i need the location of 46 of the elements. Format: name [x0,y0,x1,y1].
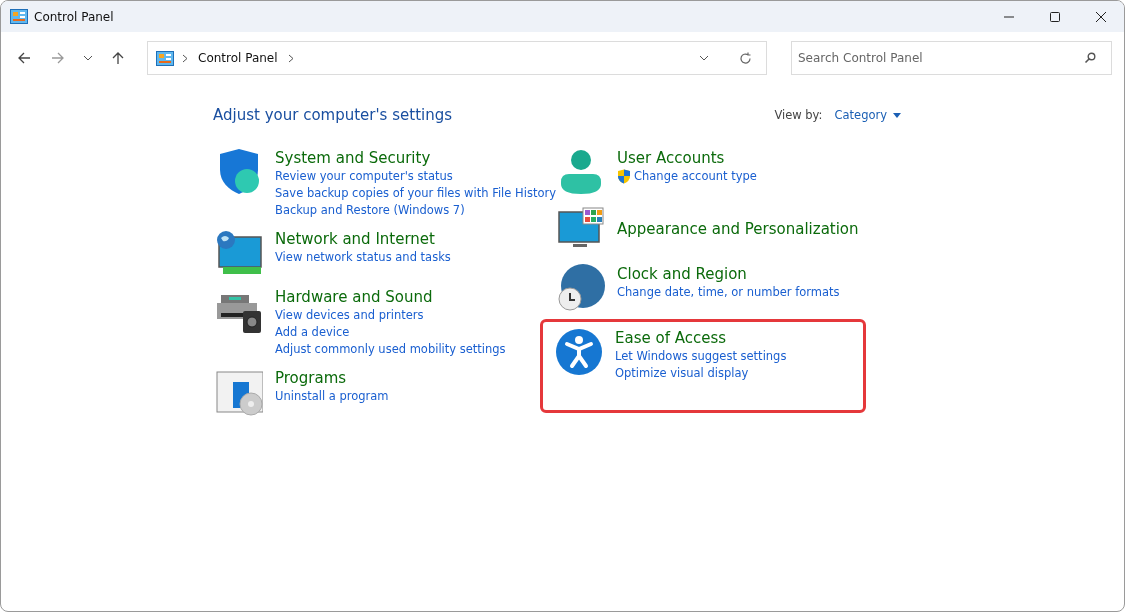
task-link[interactable]: Save backup copies of your files with File History [275,185,556,202]
task-link[interactable]: Add a device [275,324,350,341]
breadcrumb-item[interactable]: Control Panel [196,51,280,65]
task-link[interactable]: Change account type [634,168,757,185]
task-link[interactable]: Review your computer's status [275,168,453,185]
view-by-dropdown[interactable]: Category [834,108,901,122]
caret-icon [893,112,901,118]
window-title: Control Panel [34,9,114,24]
program-window-icon [215,368,263,416]
chevron-icon [287,53,294,63]
category-link[interactable]: Hardware and Sound [275,287,506,307]
up-arrow-icon [111,51,125,65]
chevron-down-icon [83,55,93,61]
address-bar[interactable]: Control Panel [147,41,767,75]
search-field[interactable]: Search Control Panel [791,41,1112,75]
page-heading: Adjust your computer's settings [213,106,453,124]
task-link[interactable]: View network status and tasks [275,249,451,266]
category-link[interactable]: Programs [275,368,389,388]
task-link[interactable]: Backup and Restore (Windows 7) [275,202,465,219]
category-link[interactable]: System and Security [275,148,556,168]
chevron-icon [182,53,188,63]
control-panel-icon [10,9,28,24]
globe-clock-icon [557,264,605,312]
dropdown-icon[interactable] [699,55,709,61]
task-link[interactable]: View devices and printers [275,307,424,324]
task-link[interactable]: Optimize visual display [615,365,749,382]
task-link[interactable]: Let Windows suggest settings [615,348,787,365]
accessibility-icon [555,328,603,376]
maximize-icon [1049,10,1061,23]
search-icon [1084,52,1096,64]
refresh-icon[interactable] [739,51,752,65]
view-by-label: View by: [774,108,823,122]
network-monitor-icon [215,229,263,277]
category-link[interactable]: Appearance and Personalization [617,219,859,239]
category-link[interactable]: User Accounts [617,148,757,168]
close-icon [1095,10,1107,23]
task-link[interactable]: Uninstall a program [275,388,389,405]
forward-arrow-icon [51,51,65,65]
back-arrow-icon [17,51,31,65]
control-panel-icon [156,50,174,66]
category-link[interactable]: Network and Internet [275,229,451,249]
category-link[interactable]: Ease of Access [615,328,787,348]
task-link[interactable]: Adjust commonly used mobility settings [275,341,506,358]
category-link[interactable]: Clock and Region [617,264,840,284]
shield-icon [617,169,631,184]
task-link[interactable]: Change date, time, or number formats [617,284,840,301]
